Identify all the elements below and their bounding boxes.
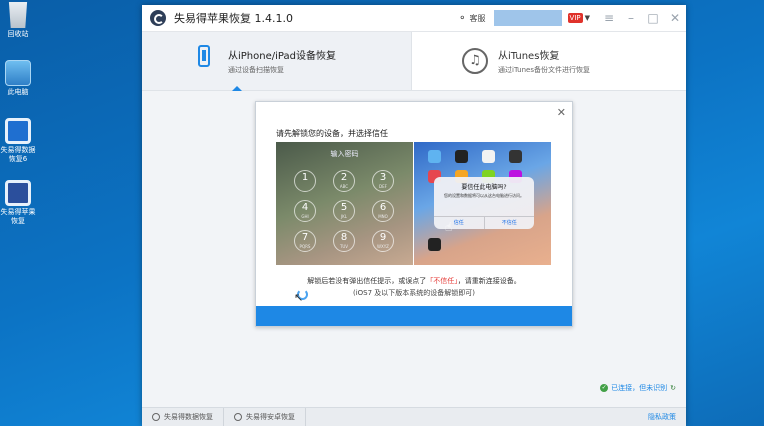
app-logo-icon [150,10,166,26]
mouse-cursor-icon: ↖ [294,291,304,304]
tab-device-recovery[interactable]: 从iPhone/iPad设备恢复 通过设备扫描恢复 [142,32,412,91]
data-recovery-icon [152,413,160,421]
desktop-icon-label: 失易得数据恢复6 [0,146,36,163]
mode-tabs: 从iPhone/iPad设备恢复 通过设备扫描恢复 ♫ 从iTunes恢复 通过… [142,32,686,91]
phone-icon [198,45,210,67]
tab-title: 从iTunes恢复 [498,51,560,62]
app-icon [428,150,441,163]
passcode-key: 7 PQRS [294,230,316,252]
passcode-key: 9 WXYZ [372,230,394,252]
passcode-key: 3 DEF [372,170,394,192]
chat-bubble-icon: ⚬ [458,12,467,24]
desktop-icon-label: 回收站 [7,30,29,38]
passcode-key: 5 JKL [333,200,355,222]
desktop-icon-recycle-bin[interactable]: 回收站 [0,2,36,39]
music-note-icon: ♫ [462,48,488,74]
passcode-key: 1 [294,170,316,192]
refresh-icon[interactable]: ↻ [670,384,676,392]
trust-prompt-illustration: 要信任此电脑吗? 您的设置和数据将可以从这台电脑进行访问。 信任 不信任 ☝ [414,142,551,265]
active-tab-indicator [232,86,242,91]
tab-subtitle: 通过iTunes备份文件进行恢复 [498,66,590,74]
tab-itunes-recovery[interactable]: ♫ 从iTunes恢复 通过iTunes备份文件进行恢复 [412,32,682,90]
passcode-key: 2 ABC [333,170,355,192]
data-recovery-app-icon [5,118,31,144]
apple-recovery-app-icon [5,180,31,206]
customer-service-button[interactable]: ⚬ 客服 [458,13,485,24]
menu-icon[interactable]: ≡ [598,11,620,25]
privacy-policy-link[interactable]: 隐私政策 [648,412,676,422]
passcode-key: 4 GHI [294,200,316,222]
customer-service-label: 客服 [469,13,486,23]
app-window: 失易得苹果恢复 1.4.1.0 ⚬ 客服 VIP ▼ ≡ – □ ✕ 从iPho… [142,5,686,426]
tab-title: 从iPhone/iPad设备恢复 [228,51,336,62]
trust-button: 信任 [434,217,485,229]
bottom-link-label: 失易得安卓恢复 [246,413,295,421]
trust-alert-body: 您的设置和数据将可以从这台电脑进行访问。 [444,193,524,198]
minimize-button[interactable]: – [620,11,642,25]
recycle-bin-icon [8,2,28,28]
desktop-icon-label: 失易得苹果恢复 [0,208,36,225]
desktop-icon-apple-recovery[interactable]: 失易得苹果恢复 [0,180,36,226]
app-icon [455,150,468,163]
tab-subtitle: 通过设备扫描恢复 [228,66,284,74]
bottom-link-label: 失易得数据恢复 [164,413,213,421]
maximize-button[interactable]: □ [642,11,664,25]
app-icon [509,150,522,163]
data-recovery-link[interactable]: 失易得数据恢复 [142,408,224,426]
android-recovery-icon [234,413,242,421]
desktop-icon-this-pc[interactable]: 此电脑 [0,60,36,97]
dialog-title: 请先解锁您的设备，并选择信任 [276,129,388,138]
connection-status: ✓ 已连接，但未识别 ↻ [600,383,676,393]
computer-icon [5,60,31,86]
trust-alert-title: 要信任此电脑吗? [461,184,507,191]
close-button[interactable]: ✕ [664,11,686,25]
desktop-icon-label: 此电脑 [7,88,29,96]
unlock-instruction: 解锁后若没有弹出信任提示，或误点了「不信任」，请重新连接设备。 [307,277,521,285]
desktop-icon-data-recovery[interactable]: 失易得数据恢复6 [0,118,36,164]
passcode-key: 8 TUV [333,230,355,252]
check-circle-icon: ✓ [600,384,609,392]
pointing-hand-icon: ☝ [445,220,453,234]
android-recovery-link[interactable]: 失易得安卓恢复 [224,408,306,426]
app-title: 失易得苹果恢复 1.4.1.0 [174,12,293,25]
bottom-bar: 失易得数据恢复 失易得安卓恢复 隐私政策 [142,407,686,426]
chevron-down-icon[interactable]: ▼ [585,14,590,22]
dont-trust-highlight: 「不信任」 [426,277,458,285]
title-bar: 失易得苹果恢复 1.4.1.0 ⚬ 客服 VIP ▼ ≡ – □ ✕ [142,5,686,32]
dialog-close-icon[interactable]: ✕ [557,106,566,119]
app-icon [428,238,441,251]
dont-trust-button: 不信任 [501,220,517,226]
user-account-box[interactable] [493,10,562,26]
passcode-screen-illustration: 输入密码 1 2 ABC 3 DEF 4 GHI 5 JKL 6 MNO 7 PQRS 8T… [276,142,413,265]
passcode-title: 输入密码 [330,150,359,158]
connection-status-text: 已连接，但未识别 [611,384,668,392]
dialog-footer-bar [256,306,572,326]
passcode-key: 6 MNO [372,200,394,222]
vip-badge[interactable]: VIP [567,13,583,23]
app-icon [482,150,495,163]
